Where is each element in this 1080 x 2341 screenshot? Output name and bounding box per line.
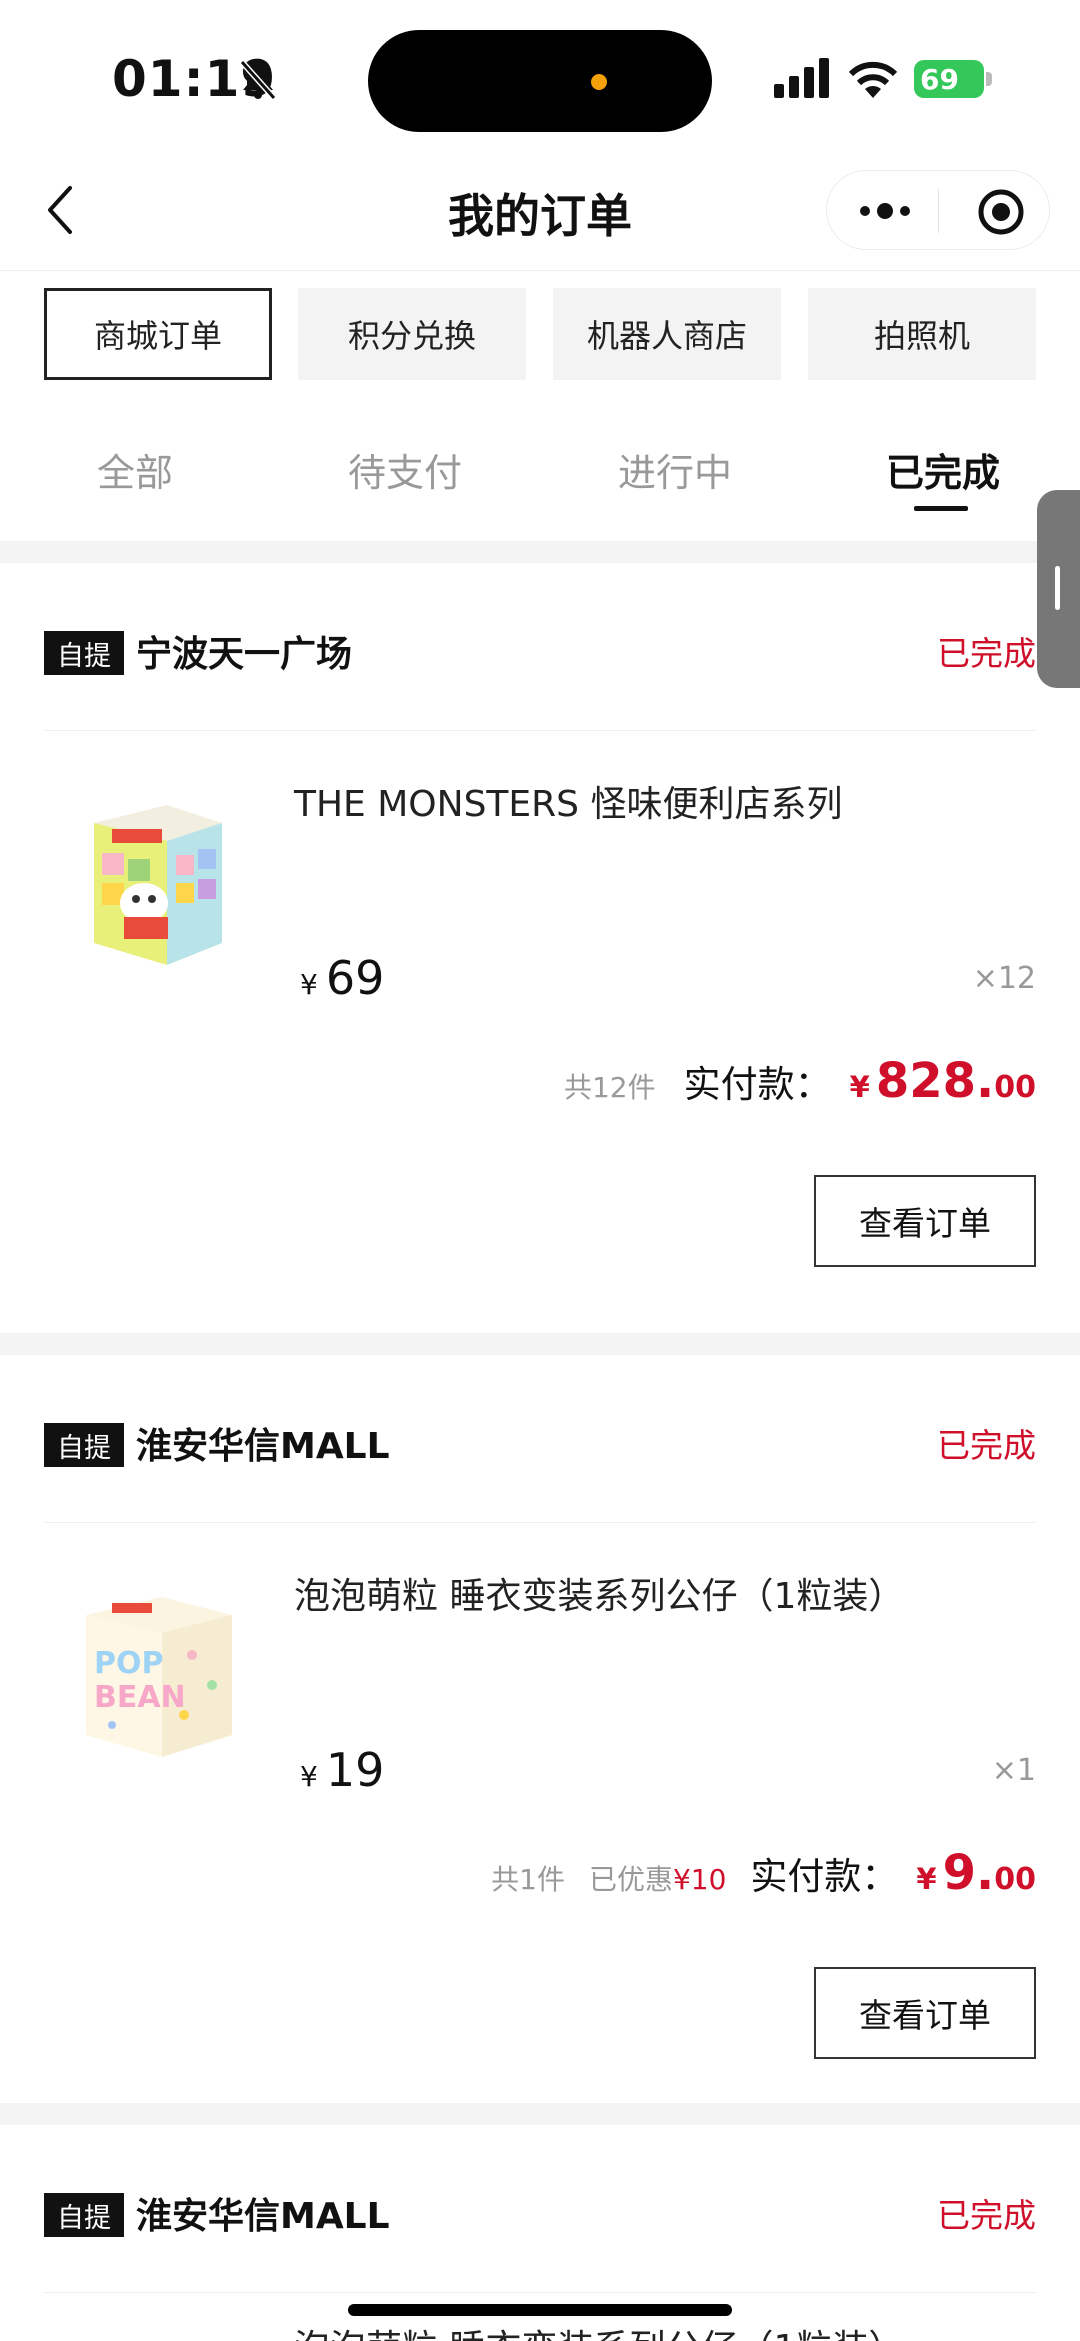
wifi-icon [848, 61, 898, 98]
battery-tip [986, 72, 992, 86]
card-divider [44, 730, 1036, 731]
handle-grip [1055, 566, 1060, 610]
active-tab-indicator [914, 506, 968, 511]
store-name: 宁波天一广场 [136, 634, 353, 675]
product-title[interactable]: 泡泡萌粒 睡衣变装系列公仔（1粒装） [294, 2319, 904, 2341]
paid-amount-decimal: 00 [994, 1070, 1036, 1105]
quantity: ×12 [972, 961, 1036, 996]
paid-amount-decimal: 00 [994, 1862, 1036, 1897]
paid-currency: ¥ [849, 1070, 870, 1104]
order-status-tabs: 全部 待支付 进行中 已完成 [0, 420, 1080, 530]
product-title[interactable]: 泡泡萌粒 睡衣变装系列公仔（1粒装） [294, 1567, 904, 1619]
store-name: 淮安华信MALL [136, 1426, 390, 1467]
unit-price: ¥19 [300, 1743, 384, 1797]
mini-program-capsule [826, 170, 1050, 250]
category-photo-booth[interactable]: 拍照机 [808, 288, 1036, 380]
card-divider [44, 2292, 1036, 2293]
unit-price-value: 19 [325, 1743, 385, 1797]
battery-level: 69 [914, 60, 984, 98]
paid-amount-integer: 828. [875, 1053, 995, 1109]
paid-amount-integer: 9. [942, 1845, 995, 1901]
pickup-badge: 自提 [44, 1423, 124, 1467]
pickup-badge: 自提 [44, 631, 124, 675]
bell-muted-icon [239, 60, 277, 100]
view-order-button[interactable]: 查看订单 [814, 1967, 1036, 2059]
tab-pending-payment[interactable]: 待支付 [270, 442, 540, 497]
category-points-exchange[interactable]: 积分兑换 [298, 288, 526, 380]
navigation-bar: 我的订单 [0, 150, 1080, 270]
svg-text:BEAN: BEAN [94, 1680, 186, 1715]
product-thumbnail[interactable]: POP BEAN [72, 1585, 242, 1765]
nav-divider [0, 270, 1080, 271]
discount: 已优惠¥10 [589, 1858, 726, 1898]
item-count: 共1件 [491, 1863, 565, 1896]
category-mall-orders[interactable]: 商城订单 [44, 288, 272, 380]
tab-all[interactable]: 全部 [0, 442, 270, 497]
home-indicator[interactable] [348, 2304, 732, 2316]
dynamic-island [368, 30, 712, 132]
status-bar: 01:19 69 [0, 0, 1080, 150]
privacy-indicator [591, 74, 607, 90]
currency-symbol: ¥ [300, 968, 318, 1001]
category-robot-store[interactable]: 机器人商店 [553, 288, 781, 380]
quantity: ×1 [991, 1753, 1036, 1788]
section-gap [0, 541, 1080, 563]
product-thumbnail[interactable] [72, 793, 242, 973]
paid-label: 实付款： [750, 1855, 899, 1898]
order-status: 已完成 [937, 634, 1036, 673]
unit-price: ¥69 [300, 951, 384, 1005]
section-gap [0, 1333, 1080, 1355]
item-count: 共12件 [563, 1071, 656, 1104]
discount-value: ¥10 [672, 1863, 727, 1896]
order-card: 自提 淮安华信MALL 已完成 POP BEAN 泡泡萌粒 睡衣变装系列公仔（1… [0, 1355, 1080, 2103]
battery-charging-icon: 69 [914, 60, 992, 98]
capsule-separator [938, 189, 939, 233]
tab-completed[interactable]: 已完成 [808, 442, 1078, 497]
signal-icon [774, 58, 829, 98]
product-title[interactable]: THE MONSTERS 怪味便利店系列 [294, 775, 842, 827]
order-status: 已完成 [937, 2196, 1036, 2235]
pickup-badge: 自提 [44, 2193, 124, 2237]
paid-currency: ¥ [916, 1862, 937, 1896]
order-category-row: 商城订单 积分兑换 机器人商店 拍照机 [44, 288, 1036, 380]
store-name: 淮安华信MALL [136, 2196, 390, 2237]
discount-label: 已优惠 [588, 1863, 673, 1896]
target-icon[interactable] [977, 188, 1025, 236]
order-summary: 共12件 实付款： ¥ 828. 00 [564, 1053, 1036, 1109]
order-card: 自提 宁波天一广场 已完成 THE MONSTERS 怪味便利店系列 ¥69 ×… [0, 563, 1080, 1333]
more-icon[interactable] [857, 195, 913, 227]
section-gap [0, 2103, 1080, 2125]
view-order-button[interactable]: 查看订单 [814, 1175, 1036, 1267]
currency-symbol: ¥ [300, 1760, 318, 1793]
tab-in-progress[interactable]: 进行中 [540, 442, 810, 497]
order-status: 已完成 [937, 1426, 1036, 1465]
side-drawer-handle[interactable] [1037, 490, 1080, 688]
paid-label: 实付款： [683, 1063, 832, 1106]
unit-price-value: 69 [325, 951, 385, 1005]
order-summary: 共1件 已优惠¥10 实付款： ¥ 9. 00 [491, 1845, 1036, 1901]
svg-text:POP: POP [94, 1646, 163, 1681]
card-divider [44, 1522, 1036, 1523]
